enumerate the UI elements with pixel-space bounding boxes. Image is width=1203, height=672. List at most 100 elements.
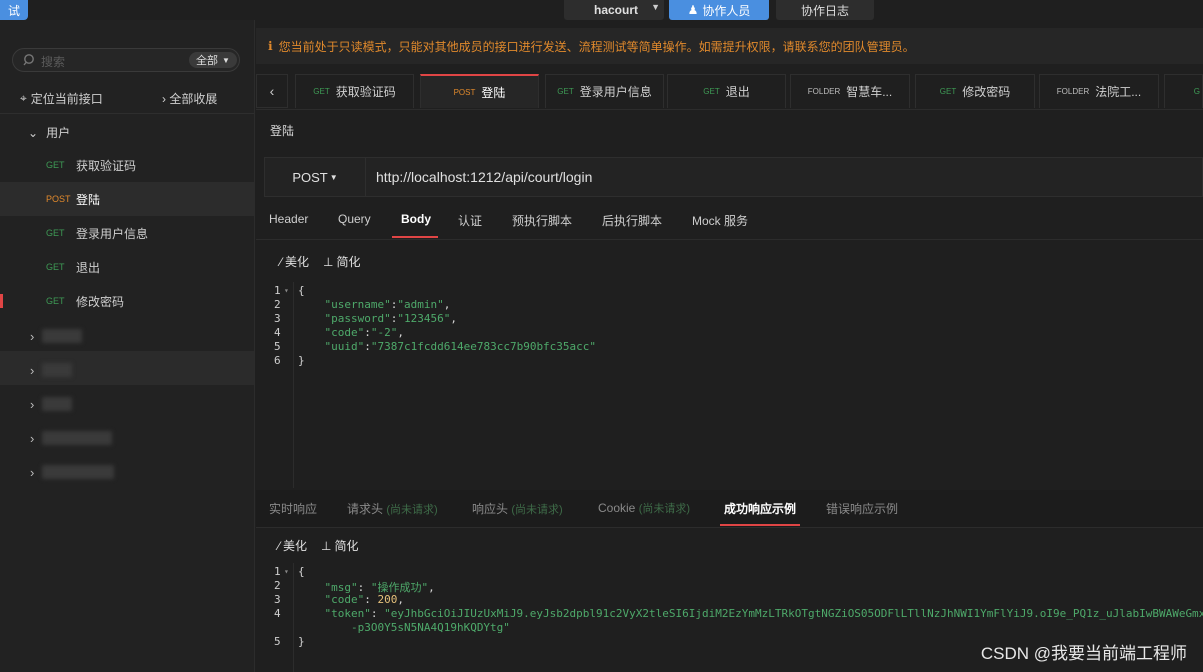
code-line: "username":"admin", — [324, 298, 451, 311]
collab-log-button[interactable]: 协作日志 — [776, 0, 874, 20]
tab-method: GET — [313, 87, 330, 96]
punct: , — [450, 312, 457, 325]
tab-method: GET — [703, 87, 720, 96]
tab-label: 实时响应 — [269, 502, 318, 516]
tab-partial[interactable]: G — [1164, 74, 1203, 108]
url-input[interactable]: http://localhost:1212/api/court/login — [376, 169, 592, 185]
left-tag[interactable]: 试 — [0, 0, 28, 20]
method-badge: GET — [46, 262, 65, 272]
punct: , — [397, 593, 404, 606]
tab-auth[interactable]: 认证 — [458, 212, 482, 229]
tab-live-response[interactable]: 实时响应 — [269, 500, 317, 517]
tab-query[interactable]: Query — [338, 212, 371, 226]
tab-cookie[interactable]: Cookie (尚未请求) — [598, 500, 690, 516]
tab-change-password[interactable]: GET 修改密码 — [915, 74, 1035, 108]
sidebar-item-login[interactable]: POST 登陆 — [0, 182, 254, 216]
chevron-left-icon[interactable]: ‹ — [256, 74, 288, 108]
sidebar-item-label: 退出 — [76, 260, 101, 275]
tab-folder-smart-car[interactable]: FOLDER 智慧车... — [790, 74, 910, 108]
notice-text: 您当前处于只读模式，只能对其他成员的接口进行发送、流程测试等简单操作。如需提升权… — [278, 39, 915, 54]
tab-body[interactable]: Body — [401, 212, 431, 226]
simplify-button[interactable]: ⊥ 简化 — [323, 253, 360, 270]
blurred-folder-name — [42, 363, 73, 377]
tab-note: (尚未请求) — [511, 504, 563, 516]
magic-wand-icon: ⁄ — [278, 538, 281, 553]
response-toolbar: ⁄ 美化 ⊥ 简化 — [278, 537, 359, 554]
tab-mock[interactable]: Mock 服务 — [692, 212, 748, 229]
folder-row[interactable]: › — [30, 427, 230, 449]
tab-success-example[interactable]: 成功响应示例 — [724, 500, 796, 517]
line-number: 4 — [274, 607, 281, 620]
tab-request-headers[interactable]: 请求头 (尚未请求) — [347, 500, 438, 517]
collaborators-button[interactable]: ♟ 协作人员 — [669, 0, 769, 20]
project-select[interactable]: hacourt ▼ — [564, 0, 664, 20]
fold-icon[interactable]: ▾ — [284, 567, 289, 576]
tab-method: FOLDER — [1056, 87, 1090, 96]
json-key: "code" — [324, 593, 365, 606]
json-key: "username" — [324, 298, 391, 311]
sidebar-item-label: 修改密码 — [76, 294, 125, 309]
tab-login[interactable]: POST 登陆 — [420, 74, 539, 108]
tab-header[interactable]: Header — [269, 212, 308, 226]
folder-user[interactable]: ⌄ 用户 — [28, 124, 70, 141]
chevron-down-icon: ▼ — [651, 2, 660, 12]
method-select[interactable]: POST ▼ — [265, 158, 366, 196]
code-line: { — [298, 565, 305, 578]
tab-label: 修改密码 — [962, 85, 1011, 99]
method-badge: GET — [46, 296, 65, 306]
folder-row[interactable]: › — [30, 393, 230, 415]
chevron-down-icon: ⌄ — [28, 125, 39, 140]
tab-label: 请求头 — [347, 502, 384, 516]
sidebar: 搜索 全部 ▼ ⌖ 定位当前接口 › 全部收展 ⌄ 用户 GET 获取验证码 P… — [0, 20, 255, 672]
sidebar-item-get-captcha[interactable]: GET 获取验证码 — [0, 148, 254, 182]
line-number: 2 — [274, 579, 281, 592]
collaborators-label: 协作人员 — [702, 3, 751, 18]
tab-label: 登陆 — [481, 85, 506, 100]
method-badge: GET — [46, 160, 65, 170]
blurred-folder-name — [42, 465, 115, 479]
filter-dropdown[interactable]: 全部 ▼ — [189, 52, 237, 68]
method-value: POST — [292, 169, 328, 185]
line-number: 6 — [274, 354, 281, 367]
request-body-editor[interactable]: 1 ▾ { 2 "username":"admin", 3 "password"… — [256, 282, 1203, 488]
locate-label: 定位当前接口 — [30, 92, 103, 106]
tab-logout[interactable]: GET 退出 — [667, 74, 786, 108]
line-number: 1 — [274, 565, 281, 578]
folder-row[interactable]: › — [30, 359, 230, 381]
divider — [0, 113, 254, 114]
simplify-button[interactable]: ⊥ 简化 — [321, 537, 358, 554]
tab-pre-script[interactable]: 预执行脚本 — [512, 212, 572, 229]
tab-post-script[interactable]: 后执行脚本 — [602, 212, 662, 229]
project-name: hacourt — [594, 3, 639, 17]
code-line: "password":"123456", — [324, 312, 457, 325]
tab-label: 法院工... — [1095, 85, 1142, 99]
json-value: "-2" — [370, 326, 398, 339]
tab-error-example[interactable]: 错误响应示例 — [826, 500, 898, 517]
code-line: "uuid":"7387c1fcdd614ee783cc7b90bfc35acc… — [324, 340, 597, 353]
json-key: "uuid" — [324, 340, 365, 353]
code-line-wrap: -p3O0Y5sN5NA4Q19hKQDYtg" — [298, 621, 510, 634]
sidebar-item-user-info[interactable]: GET 登录用户信息 — [0, 216, 254, 250]
tab-label: 登录用户信息 — [579, 85, 652, 99]
sidebar-item-change-password[interactable]: GET 修改密码 — [0, 284, 254, 318]
folder-row[interactable]: › — [30, 325, 230, 347]
tab-user-info[interactable]: GET 登录用户信息 — [545, 74, 664, 108]
code-line: "code": 200, — [324, 593, 405, 606]
chevron-right-icon: › — [30, 430, 35, 446]
tab-note: (尚未请求) — [386, 504, 438, 516]
request-tabs: Header Query Body 认证 预执行脚本 后执行脚本 Mock 服务 — [256, 204, 1203, 240]
beautify-button[interactable]: ⁄ 美化 — [278, 537, 307, 554]
tab-response-headers[interactable]: 响应头 (尚未请求) — [472, 500, 563, 517]
collapse-all-button[interactable]: › 全部收展 — [162, 90, 217, 107]
beautify-button[interactable]: ⁄ 美化 — [280, 253, 309, 270]
search-input[interactable]: 搜索 全部 ▼ — [12, 48, 240, 72]
sidebar-item-logout[interactable]: GET 退出 — [0, 250, 254, 284]
method-badge: POST — [46, 194, 71, 204]
folder-row[interactable]: › — [30, 461, 230, 483]
tab-folder-court[interactable]: FOLDER 法院工... — [1039, 74, 1159, 108]
tab-get-captcha[interactable]: GET 获取验证码 — [295, 74, 414, 108]
locate-current-button[interactable]: ⌖ 定位当前接口 — [20, 90, 103, 107]
fold-icon[interactable]: ▾ — [284, 286, 289, 295]
tab-label: 获取验证码 — [335, 85, 396, 99]
punct: , — [443, 298, 451, 311]
